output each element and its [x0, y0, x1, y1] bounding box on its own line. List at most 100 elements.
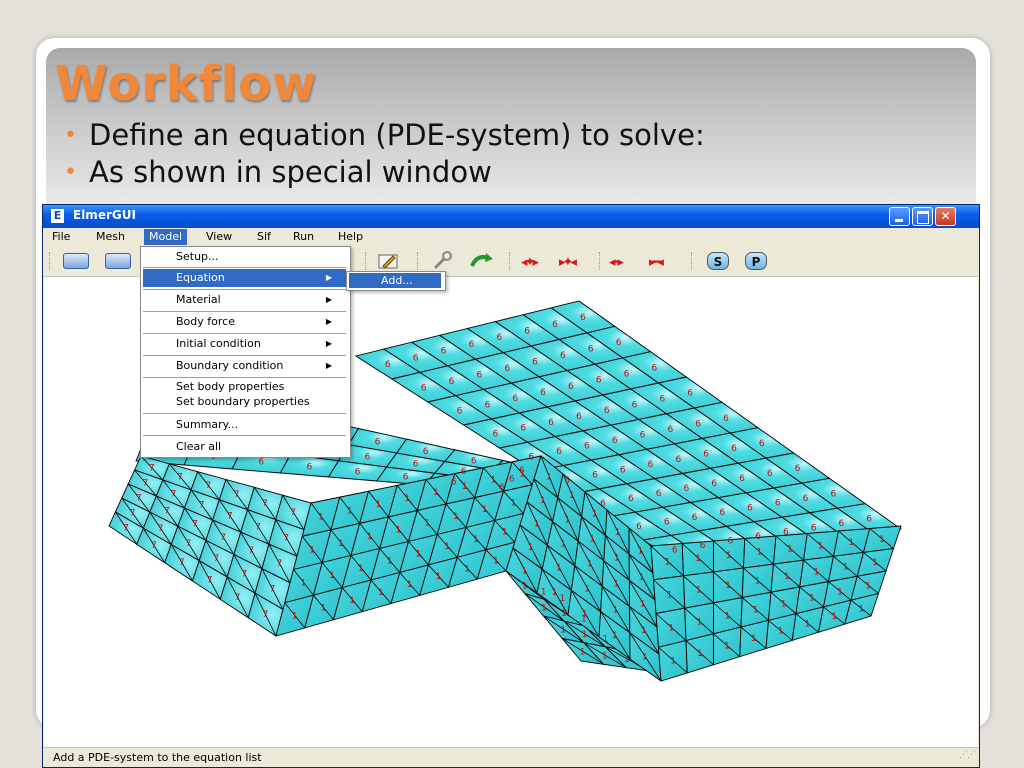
mesh-label: 1: [872, 558, 878, 568]
mesh-label: 6: [803, 494, 809, 504]
menu-item-set-body-properties[interactable]: Set body properties: [143, 379, 346, 394]
menu-item-summary[interactable]: Summary...: [143, 416, 346, 434]
mesh-label: 6: [604, 406, 610, 416]
sif-icon[interactable]: S: [707, 252, 729, 270]
menu-item-body-force[interactable]: Body force ▶: [143, 313, 346, 331]
menu-sif[interactable]: Sif: [252, 229, 276, 245]
mesh-label: 7: [142, 478, 148, 488]
mesh-label: 6: [461, 467, 467, 477]
mesh-label: 1: [787, 544, 793, 554]
mesh-label: 6: [423, 447, 429, 457]
menu-item-clear-all[interactable]: Clear all: [143, 438, 346, 456]
mesh-label: 6: [375, 437, 381, 447]
mesh-label: 6: [258, 457, 264, 467]
bullet-1: • Define an equation (PDE-system) to solv…: [64, 118, 705, 152]
mesh-label: 1: [534, 520, 540, 530]
unify-icon[interactable]: ◂━▸: [609, 255, 624, 270]
mesh-label: 1: [552, 588, 558, 598]
bullet-dot: •: [64, 160, 77, 185]
app-icon: E: [51, 209, 64, 223]
wrench-icon[interactable]: [431, 251, 455, 271]
status-bar: Add a PDE-system to the equation list ⋰⋰: [43, 747, 979, 767]
resize-grip-icon[interactable]: ⋰⋰: [959, 745, 976, 765]
mesh-label: 7: [255, 522, 261, 532]
mesh-label: 6: [528, 453, 534, 463]
mesh-label: 6: [687, 389, 693, 399]
menu-item-set-boundary-properties[interactable]: Set boundary properties: [143, 394, 346, 409]
mesh-label: 6: [493, 430, 499, 440]
menu-separator: [143, 289, 346, 290]
mesh-label: 1: [436, 572, 442, 582]
menu-item-label: Set boundary properties: [176, 395, 310, 408]
menu-model[interactable]: Model: [144, 229, 188, 245]
mesh-label: 1: [725, 581, 731, 591]
mesh-label: 1: [641, 626, 647, 636]
menu-item-label: Equation: [176, 271, 225, 284]
mesh-label: 6: [552, 320, 558, 330]
menu-mesh[interactable]: Mesh: [91, 229, 130, 245]
submenu-item-add[interactable]: Add...: [349, 273, 441, 288]
mesh-label: 1: [561, 609, 567, 619]
mesh-label: 6: [700, 541, 706, 551]
mesh-label: 1: [668, 623, 674, 633]
menu-view[interactable]: View: [201, 229, 237, 245]
mesh-label: 1: [367, 532, 373, 542]
mesh-label: 7: [214, 554, 220, 564]
mesh-label: 7: [263, 610, 269, 620]
mesh-label: 6: [695, 419, 701, 429]
menu-file[interactable]: File: [47, 229, 75, 245]
mesh-label: 7: [276, 559, 282, 569]
divide-icon[interactable]: ▸━◂: [649, 255, 664, 270]
mesh-label: 6: [306, 462, 312, 472]
mesh-label: 1: [453, 512, 459, 522]
mesh-label: 1: [614, 554, 620, 564]
mesh-label: 6: [612, 436, 618, 446]
menu-item-setup[interactable]: Setup...: [143, 248, 346, 266]
submenu-arrow-icon: ▶: [325, 361, 332, 370]
contract-horizontal-icon[interactable]: ▸✦◂: [559, 255, 577, 270]
mesh-label: 6: [731, 444, 737, 454]
title-bar[interactable]: E ElmerGUI ✕: [43, 205, 979, 228]
mesh-label: 6: [811, 523, 817, 533]
mesh-label: 1: [751, 634, 757, 644]
menu-item-boundary-condition[interactable]: Boundary condition ▶: [143, 357, 346, 375]
save-icon[interactable]: [105, 253, 131, 269]
submenu-arrow-icon: ▶: [325, 317, 332, 326]
post-icon[interactable]: P: [745, 252, 767, 270]
mesh-label: 1: [612, 631, 618, 641]
mesh-label: 6: [499, 483, 505, 493]
mesh-label: 6: [385, 360, 391, 370]
redo-arrow-icon[interactable]: [469, 251, 495, 271]
mesh-label: 1: [865, 581, 871, 591]
open-icon[interactable]: [63, 253, 89, 269]
mesh-label: 1: [416, 549, 422, 559]
mesh-label: 6: [600, 499, 606, 509]
status-text: Add a PDE-system to the equation list: [53, 751, 262, 764]
menu-item-initial-condition[interactable]: Initial condition ▶: [143, 335, 346, 353]
bullet-2: • As shown in special window: [64, 155, 492, 189]
mesh-label: 7: [227, 511, 233, 521]
mesh-label: 1: [347, 506, 353, 516]
close-button[interactable]: ✕: [935, 207, 956, 226]
mesh-label: 1: [809, 593, 815, 603]
mesh-label: 7: [234, 490, 240, 500]
mesh-label: 6: [692, 513, 698, 523]
mesh-label: 6: [795, 464, 801, 474]
menu-help[interactable]: Help: [333, 229, 368, 245]
mesh-label: 7: [270, 585, 276, 595]
maximize-button[interactable]: [912, 207, 933, 226]
mesh-label: 1: [858, 604, 864, 614]
mesh-label: 7: [158, 524, 164, 534]
menu-run[interactable]: Run: [288, 229, 319, 245]
mesh-label: 1: [589, 535, 595, 545]
minimize-button[interactable]: [889, 207, 910, 226]
menu-item-material[interactable]: Material ▶: [143, 291, 346, 309]
mesh-label: 1: [580, 648, 586, 658]
submenu-arrow-icon: ▶: [325, 295, 332, 304]
mesh-label: 1: [818, 541, 824, 551]
menu-item-equation[interactable]: Equation ▶: [143, 269, 346, 287]
mesh-label: 6: [568, 382, 574, 392]
expand-horizontal-icon[interactable]: ◂✦▸: [521, 255, 539, 270]
pencil-icon[interactable]: [377, 251, 401, 271]
mesh-label: 6: [640, 430, 646, 440]
